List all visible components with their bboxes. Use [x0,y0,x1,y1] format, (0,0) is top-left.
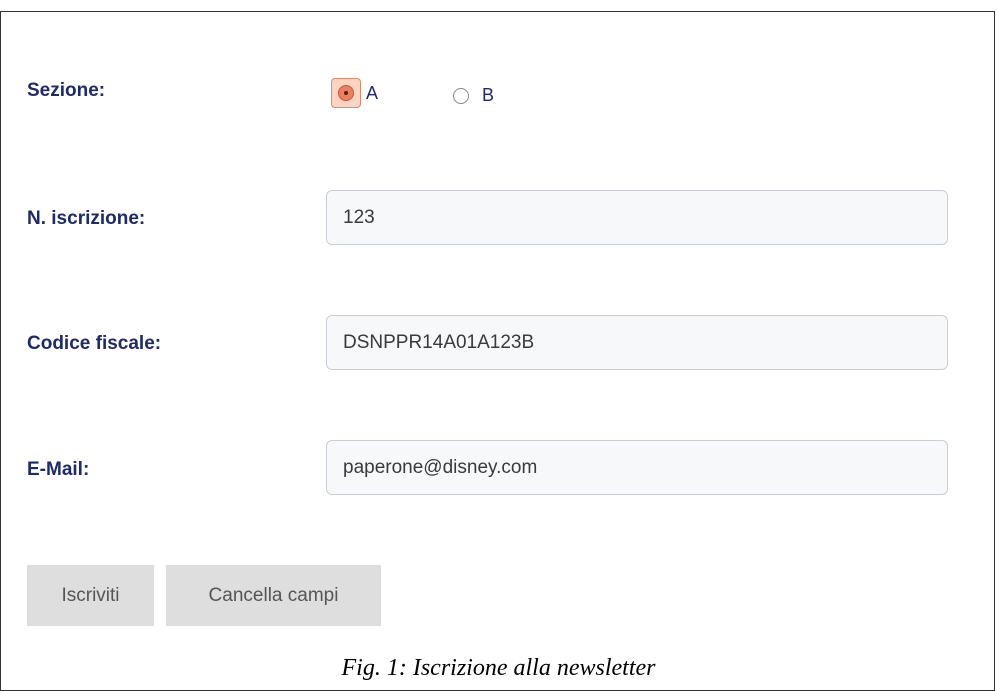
email-input[interactable]: paperone@disney.com [326,440,948,495]
registration-number-label: N. iscrizione: [27,208,146,229]
fiscal-code-label: Codice fiscale: [27,333,162,354]
radio-a-label: A [366,82,379,103]
radio-b-button[interactable] [453,87,469,104]
radio-a-button[interactable] [338,85,354,101]
registration-number-input[interactable]: 123 [326,190,948,245]
clear-fields-button[interactable]: Cancella campi [166,565,381,626]
figure-caption: Fig. 1: Iscrizione alla newsletter [341,655,656,681]
fiscal-code-input[interactable]: DSNPPR14A01A123B [326,315,948,370]
email-label: E-Mail: [27,459,90,480]
subscribe-button[interactable]: Iscriviti [27,565,154,626]
radio-option-a[interactable]: A [331,78,378,108]
radio-b-label: B [482,85,495,105]
radio-option-b[interactable]: B [453,85,494,106]
radio-a-focus-ring[interactable] [331,78,361,108]
section-label: Sezione: [27,80,106,101]
